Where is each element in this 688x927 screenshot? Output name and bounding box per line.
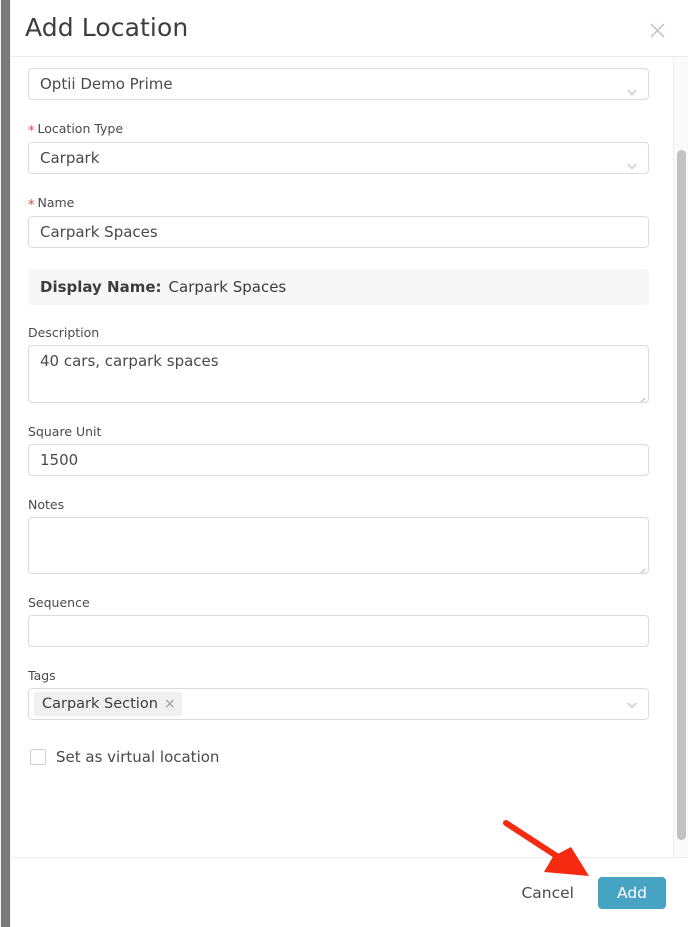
- field-name: * Name Carpark Spaces: [28, 174, 649, 248]
- name-input-value: Carpark Spaces: [40, 223, 158, 241]
- tags-label: Tags: [28, 668, 56, 683]
- field-display-name: Display Name: Carpark Spaces: [28, 248, 649, 305]
- virtual-location-checkbox[interactable]: [30, 749, 46, 765]
- virtual-location-row[interactable]: Set as virtual location: [28, 748, 649, 766]
- field-tags: Tags Carpark Section ×: [28, 647, 649, 720]
- field-notes: Notes: [28, 476, 649, 574]
- description-label: Description: [28, 325, 100, 340]
- dialog-form-body: Optii Demo Prime * Location Type Carpark…: [11, 57, 688, 857]
- property-select-value: Optii Demo Prime: [40, 75, 173, 93]
- display-name-value: Carpark Spaces: [168, 278, 287, 296]
- name-input[interactable]: Carpark Spaces: [28, 216, 649, 248]
- display-name-label: Display Name:: [40, 278, 162, 296]
- virtual-location-label: Set as virtual location: [56, 748, 220, 766]
- location-type-select[interactable]: Carpark: [28, 142, 649, 174]
- description-textarea[interactable]: 40 cars, carpark spaces: [28, 345, 649, 403]
- name-label: * Name: [28, 195, 649, 213]
- sequence-label: Sequence: [28, 595, 90, 610]
- field-sequence: Sequence: [28, 574, 649, 647]
- field-description: Description 40 cars, carpark spaces: [28, 305, 649, 403]
- square-unit-label: Square Unit: [28, 424, 102, 439]
- square-unit-input[interactable]: 1500: [28, 444, 649, 476]
- display-name-readout: Display Name: Carpark Spaces: [28, 269, 649, 305]
- resize-grip-icon[interactable]: [637, 391, 646, 402]
- screen: C C a P ( a ( ( Add Location Optii Demo …: [0, 0, 688, 927]
- page-scrollbar-left-thumb[interactable]: [1, 0, 10, 927]
- tag-chip-label: Carpark Section: [42, 696, 158, 712]
- notes-label: Notes: [28, 497, 65, 512]
- location-type-select-value: Carpark: [40, 149, 100, 167]
- add-location-dialog: Add Location Optii Demo Prime * Location…: [11, 0, 688, 927]
- field-property: Optii Demo Prime: [28, 57, 649, 100]
- location-type-label-text: Location Type: [37, 121, 124, 136]
- square-unit-value: 1500: [40, 451, 79, 469]
- page-scrollbar-left[interactable]: [0, 0, 11, 927]
- dialog-scrollbar-thumb[interactable]: [677, 150, 686, 840]
- page-title: Add Location: [25, 13, 189, 42]
- notes-textarea[interactable]: [28, 517, 649, 574]
- dialog-scrollbar[interactable]: [673, 57, 688, 857]
- add-button[interactable]: Add: [597, 876, 666, 909]
- sequence-input[interactable]: [28, 615, 649, 647]
- cancel-button[interactable]: Cancel: [509, 878, 586, 908]
- field-location-type: * Location Type Carpark: [28, 100, 649, 174]
- tag-remove-icon[interactable]: ×: [164, 697, 176, 711]
- location-type-label: * Location Type: [28, 121, 649, 139]
- name-label-text: Name: [37, 195, 75, 210]
- form: Optii Demo Prime * Location Type Carpark…: [11, 57, 666, 766]
- description-value: 40 cars, carpark spaces: [40, 352, 219, 370]
- resize-grip-icon[interactable]: [637, 562, 646, 573]
- tag-chip[interactable]: Carpark Section ×: [34, 692, 182, 716]
- dialog-header: Add Location: [11, 0, 688, 57]
- chevron-down-icon: [626, 698, 638, 710]
- chevron-down-icon: [626, 78, 638, 96]
- field-virtual-location: Set as virtual location: [28, 720, 649, 766]
- close-icon[interactable]: [645, 18, 669, 42]
- property-select[interactable]: Optii Demo Prime: [28, 68, 649, 100]
- required-marker: *: [28, 198, 35, 213]
- tags-select[interactable]: Carpark Section ×: [28, 688, 649, 720]
- required-marker: *: [28, 124, 35, 139]
- chevron-down-icon: [626, 152, 638, 170]
- dialog-footer: Cancel Add: [11, 857, 688, 927]
- field-square-unit: Square Unit 1500: [28, 403, 649, 476]
